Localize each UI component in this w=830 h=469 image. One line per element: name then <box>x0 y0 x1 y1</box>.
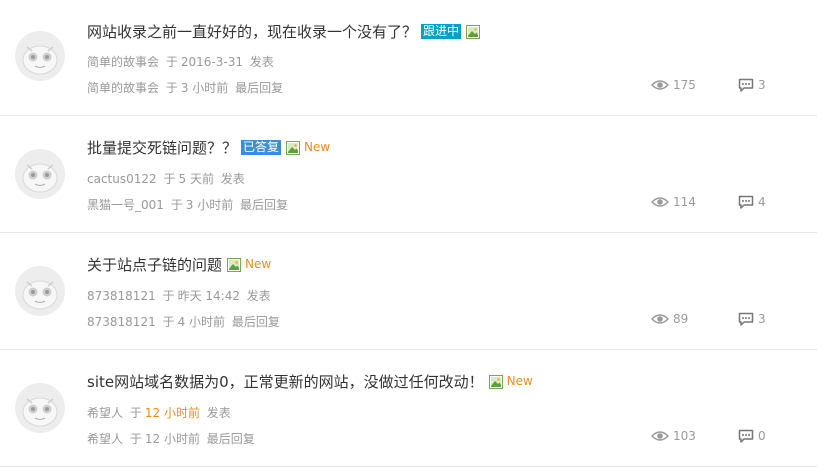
new-badge: New <box>506 374 533 388</box>
reply-suffix: 最后回复 <box>240 198 289 212</box>
last-replier-name[interactable]: 黑猫一号_001 <box>87 198 164 212</box>
image-attachment-icon <box>286 140 301 155</box>
view-count-value: 114 <box>673 195 696 209</box>
thread-title-line: 批量提交死链问题？？ 已答复 New <box>87 136 330 158</box>
reply-count-value: 3 <box>758 78 766 92</box>
reply-count: 3 <box>738 312 766 326</box>
reply-count: 0 <box>738 429 766 443</box>
new-badge: New <box>304 140 331 154</box>
reply-suffix: 最后回复 <box>231 315 280 329</box>
thread-title-line: site网站域名数据为0，正常更新的网站，没做过任何改动！ New <box>87 370 533 392</box>
thread-title[interactable]: site网站域名数据为0，正常更新的网站，没做过任何改动！ <box>87 371 484 392</box>
reply-count: 4 <box>738 195 766 209</box>
comment-icon <box>738 78 758 92</box>
post-suffix: 发表 <box>206 406 231 420</box>
status-badge: 已答复 <box>241 139 282 155</box>
default-avatar-icon[interactable] <box>15 31 65 81</box>
default-avatar-icon[interactable] <box>15 149 65 199</box>
default-avatar-icon[interactable] <box>15 266 65 316</box>
view-count-value: 89 <box>673 312 689 326</box>
author-name[interactable]: cactus0122 <box>87 172 157 186</box>
comment-icon <box>738 312 758 326</box>
post-suffix: 发表 <box>246 289 271 303</box>
view-count-value: 103 <box>673 429 696 443</box>
reply-count-value: 0 <box>758 429 766 443</box>
reply-meta: 简单的故事会 于3 小时前 最后回复 <box>87 79 286 96</box>
view-count: 89 <box>651 312 688 326</box>
post-time: 昨天 14:42 <box>177 289 240 303</box>
author-name[interactable]: 希望人 <box>87 406 123 420</box>
eye-icon <box>651 430 673 442</box>
eye-icon <box>651 196 673 208</box>
view-count: 103 <box>651 429 696 443</box>
author-name[interactable]: 简单的故事会 <box>87 55 159 69</box>
author-name[interactable]: 873818121 <box>87 289 156 303</box>
post-prefix: 于 <box>162 289 175 303</box>
post-meta: cactus0122 于5 天前 发表 <box>87 170 248 187</box>
view-count-value: 175 <box>673 78 696 92</box>
comment-icon <box>738 195 758 209</box>
status-badge: 跟进中 <box>421 23 462 39</box>
last-replier-name[interactable]: 简单的故事会 <box>87 81 159 95</box>
post-prefix: 于 <box>129 406 142 420</box>
reply-meta: 希望人 于 12 小时前 最后回复 <box>87 430 258 447</box>
reply-time: 3 小时前 <box>180 81 229 95</box>
thread-title-line: 网站收录之前一直好好的，现在收录一个没有了？ 跟进中 <box>87 20 481 42</box>
post-meta: 简单的故事会 于 2016-3-31 发表 <box>87 53 277 70</box>
comment-icon <box>738 429 758 443</box>
post-time: 12 小时前 <box>144 406 200 420</box>
post-prefix: 于 <box>163 172 176 186</box>
post-meta: 873818121 于昨天 14:42 发表 <box>87 287 274 304</box>
post-time: 2016-3-31 <box>180 55 243 69</box>
view-count: 114 <box>651 195 696 209</box>
reply-suffix: 最后回复 <box>206 432 255 446</box>
thread-title[interactable]: 批量提交死链问题？？ <box>87 137 237 158</box>
post-suffix: 发表 <box>220 172 245 186</box>
reply-prefix: 于 <box>129 432 142 446</box>
reply-time: 3 小时前 <box>185 198 234 212</box>
reply-meta: 黑猫一号_001 于3 小时前 最后回复 <box>87 196 291 213</box>
image-attachment-icon <box>488 374 503 389</box>
view-count: 175 <box>651 78 696 92</box>
thread-title-line: 关于站点子链的问题 New <box>87 253 271 275</box>
reply-time: 4 小时前 <box>177 315 226 329</box>
eye-icon <box>651 79 673 91</box>
new-badge: New <box>245 257 272 271</box>
reply-count-value: 3 <box>758 312 766 326</box>
reply-prefix: 于 <box>170 198 183 212</box>
reply-prefix: 于 <box>165 81 178 95</box>
thread-item: 批量提交死链问题？？ 已答复 New cactus0122 于5 天前 发表 黑… <box>0 116 817 233</box>
thread-title[interactable]: 关于站点子链的问题 <box>87 254 222 275</box>
post-meta: 希望人 于 12 小时前 发表 <box>87 404 234 421</box>
last-replier-name[interactable]: 希望人 <box>87 432 123 446</box>
reply-count: 3 <box>738 78 766 92</box>
image-attachment-icon <box>466 24 481 39</box>
reply-time: 12 小时前 <box>144 432 200 446</box>
thread-list: 网站收录之前一直好好的，现在收录一个没有了？ 跟进中 简单的故事会 于 2016-… <box>0 0 830 467</box>
reply-suffix: 最后回复 <box>235 81 284 95</box>
eye-icon <box>651 313 673 325</box>
thread-item: 关于站点子链的问题 New 873818121 于昨天 14:42 发表 873… <box>0 233 817 350</box>
thread-item: site网站域名数据为0，正常更新的网站，没做过任何改动！ New 希望人 于1… <box>0 350 817 467</box>
reply-count-value: 4 <box>758 195 766 209</box>
thread-item: 网站收录之前一直好好的，现在收录一个没有了？ 跟进中 简单的故事会 于 2016-… <box>0 0 817 116</box>
post-prefix: 于 <box>165 55 178 69</box>
thread-title[interactable]: 网站收录之前一直好好的，现在收录一个没有了？ <box>87 21 417 42</box>
reply-meta: 873818121 于4 小时前 最后回复 <box>87 313 283 330</box>
reply-prefix: 于 <box>162 315 175 329</box>
default-avatar-icon[interactable] <box>15 383 65 433</box>
image-attachment-icon <box>227 257 242 272</box>
last-replier-name[interactable]: 873818121 <box>87 315 156 329</box>
post-suffix: 发表 <box>249 55 274 69</box>
post-time: 5 天前 <box>178 172 214 186</box>
